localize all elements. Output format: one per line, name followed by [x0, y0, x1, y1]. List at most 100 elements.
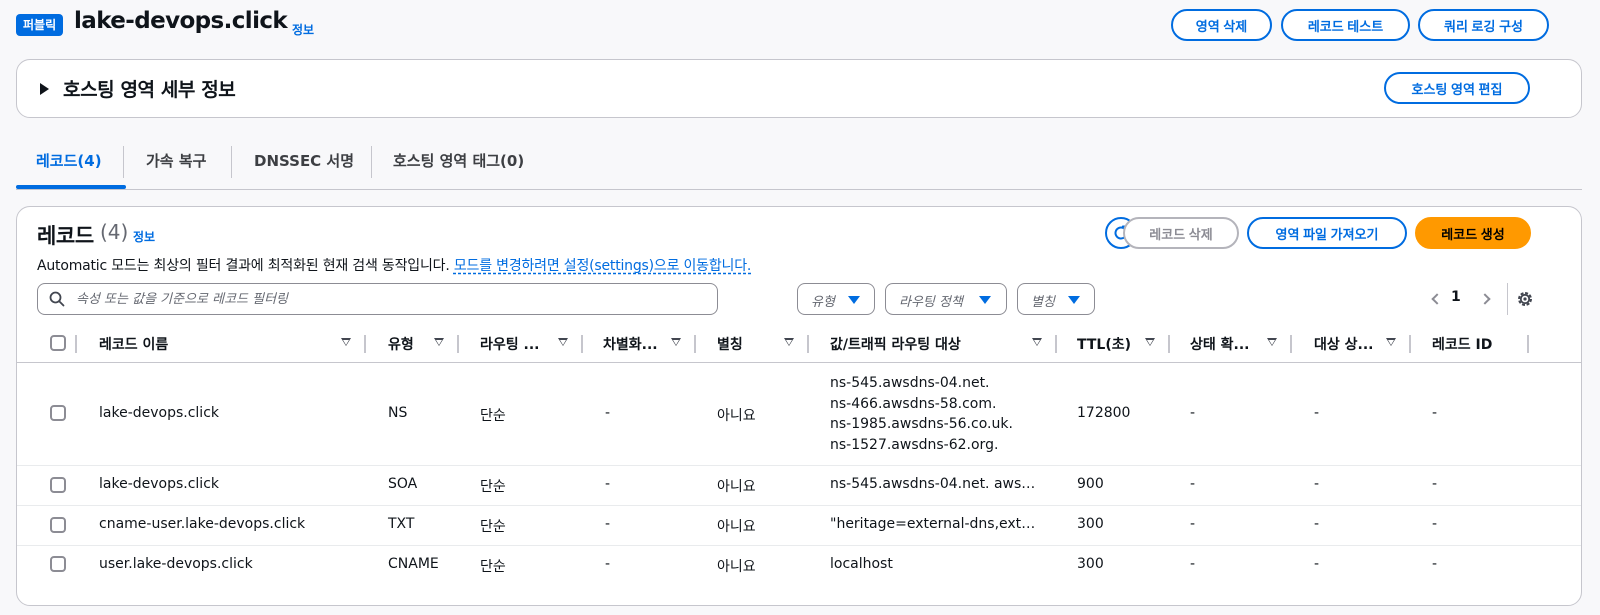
record-id: - — [1432, 476, 1438, 492]
record-alias: 아니요 — [717, 519, 756, 535]
column-divider[interactable] — [581, 335, 583, 353]
record-value: ns-1527.awsdns-62.org. — [830, 436, 999, 453]
row-checkbox[interactable] — [50, 477, 66, 493]
tab-bar: 레코드(4) 가속 복구 DNSSEC 서명 호스팅 영역 태그(0) — [16, 146, 1582, 190]
current-page[interactable]: 1 — [1451, 289, 1461, 305]
alias-filter[interactable]: 별칭 — [1017, 283, 1095, 315]
caret-down-icon — [848, 296, 860, 304]
row-checkbox[interactable] — [50, 556, 66, 572]
row-checkbox[interactable] — [50, 517, 66, 533]
record-value: ns-466.awsdns-58.com. — [830, 395, 997, 412]
public-badge: 퍼블릭 — [16, 14, 64, 36]
search-settings-link[interactable]: 모드를 변경하려면 설정(settings)으로 이동합니다. — [454, 258, 752, 274]
record-health-check: - — [1190, 476, 1196, 492]
sort-icon[interactable] — [1032, 338, 1042, 346]
sort-icon[interactable] — [341, 338, 351, 346]
record-ttl: 300 — [1077, 556, 1104, 572]
tab-divider — [231, 146, 232, 178]
records-table-header: 레코드 이름 유형 라우팅 ... 차별화... 별칭 값/트래픽 라우팅 대상… — [17, 325, 1581, 363]
column-divider[interactable] — [1409, 335, 1411, 353]
prev-page-icon[interactable] — [1431, 293, 1443, 305]
table-row[interactable]: lake-devops.click NS 단순 - 아니요 ns-545.aws… — [17, 364, 1581, 466]
record-value: ns-545.awsdns-04.net. awsdns-hostmaster.… — [830, 476, 1038, 492]
column-divider — [75, 335, 77, 353]
record-type: TXT — [388, 516, 415, 532]
caret-down-icon — [1068, 296, 1080, 304]
column-value[interactable]: 값/트래픽 라우팅 대상 — [830, 334, 961, 354]
record-target-health: - — [1314, 516, 1320, 532]
next-page-icon[interactable] — [1479, 293, 1491, 305]
edit-zone-button[interactable]: 호스팅 영역 편집 — [1384, 72, 1530, 104]
tab-zone-tags[interactable]: 호스팅 영역 태그(0) — [393, 150, 524, 171]
record-id: - — [1432, 516, 1438, 532]
record-name: lake-devops.click — [99, 476, 220, 492]
sort-icon[interactable] — [1267, 338, 1277, 346]
delete-record-button[interactable]: 레코드 삭제 — [1123, 217, 1239, 249]
record-type: CNAME — [388, 556, 439, 572]
query-logging-button[interactable]: 쿼리 로깅 구성 — [1418, 9, 1549, 41]
test-record-button[interactable]: 레코드 테스트 — [1281, 9, 1410, 41]
create-record-button[interactable]: 레코드 생성 — [1415, 217, 1531, 249]
record-routing: 단순 — [480, 559, 506, 575]
record-filter-input[interactable] — [76, 288, 696, 310]
alias-filter-label: 별칭 — [1031, 295, 1055, 310]
record-type: NS — [388, 405, 408, 421]
tab-records[interactable]: 레코드(4) — [36, 150, 102, 171]
record-values: ns-545.awsdns-04.net. ns-466.awsdns-58.c… — [830, 373, 1013, 455]
expand-caret-icon[interactable] — [40, 83, 49, 95]
record-health-check: - — [1190, 405, 1196, 421]
sort-icon[interactable] — [558, 338, 568, 346]
record-id: - — [1432, 556, 1438, 572]
sort-icon[interactable] — [1386, 338, 1396, 346]
column-divider[interactable] — [807, 335, 809, 353]
column-divider[interactable] — [457, 335, 459, 353]
tab-accelerated-recovery[interactable]: 가속 복구 — [146, 150, 206, 171]
sort-icon[interactable] — [434, 338, 444, 346]
record-target-health: - — [1314, 476, 1320, 492]
pager-divider — [1507, 283, 1508, 315]
column-divider[interactable] — [1055, 335, 1057, 353]
sort-icon[interactable] — [671, 338, 681, 346]
search-mode-description: Automatic 모드는 최상의 필터 결과에 최적화된 현재 검색 동작입니… — [37, 255, 751, 275]
column-ttl[interactable]: TTL(초) — [1077, 334, 1131, 354]
select-all-checkbox[interactable] — [50, 335, 66, 351]
column-health-check[interactable]: 상태 확... — [1190, 334, 1249, 354]
column-divider[interactable] — [1527, 335, 1529, 353]
table-row[interactable]: lake-devops.click SOA 단순 - 아니요 ns-545.aw… — [17, 466, 1581, 506]
records-info-link[interactable]: 정보 — [133, 228, 155, 245]
record-value: ns-545.awsdns-04.net. — [830, 375, 990, 391]
column-differentiator[interactable]: 차별화... — [603, 334, 658, 354]
page-title: lake-devops.click — [74, 8, 288, 34]
column-divider[interactable] — [694, 335, 696, 353]
sort-icon[interactable] — [784, 338, 794, 346]
column-target-health[interactable]: 대상 상... — [1314, 334, 1373, 354]
delete-zone-button[interactable]: 영역 삭제 — [1171, 9, 1272, 41]
type-filter[interactable]: 유형 — [797, 283, 875, 315]
record-ttl: 900 — [1077, 476, 1104, 492]
zone-details-title[interactable]: 호스팅 영역 세부 정보 — [63, 75, 236, 102]
zone-details-panel: 호스팅 영역 세부 정보 호스팅 영역 편집 — [16, 59, 1582, 118]
tab-divider — [123, 146, 124, 178]
table-row[interactable]: user.lake-devops.click CNAME 단순 - 아니요 lo… — [17, 546, 1581, 588]
column-routing[interactable]: 라우팅 ... — [480, 334, 539, 354]
column-divider[interactable] — [364, 335, 366, 353]
column-record-name[interactable]: 레코드 이름 — [99, 334, 168, 354]
record-id: - — [1432, 405, 1438, 421]
tab-dnssec[interactable]: DNSSEC 서명 — [254, 150, 354, 171]
gear-icon[interactable] — [1515, 289, 1535, 309]
table-row[interactable]: cname-user.lake-devops.click TXT 단순 - 아니… — [17, 506, 1581, 546]
tab-divider — [371, 146, 372, 178]
routing-policy-filter[interactable]: 라우팅 정책 — [885, 283, 1007, 315]
column-divider[interactable] — [1290, 335, 1292, 353]
column-alias[interactable]: 별칭 — [717, 334, 743, 354]
zone-info-link[interactable]: 정보 — [292, 21, 314, 38]
sort-icon[interactable] — [1145, 338, 1155, 346]
record-health-check: - — [1190, 516, 1196, 532]
column-record-id[interactable]: 레코드 ID — [1432, 334, 1492, 354]
import-zone-file-button[interactable]: 영역 파일 가져오기 — [1247, 217, 1407, 249]
column-type[interactable]: 유형 — [388, 334, 414, 354]
caret-down-icon — [979, 296, 991, 304]
record-routing: 단순 — [480, 519, 506, 535]
row-checkbox[interactable] — [50, 405, 66, 421]
column-divider[interactable] — [1168, 335, 1170, 353]
